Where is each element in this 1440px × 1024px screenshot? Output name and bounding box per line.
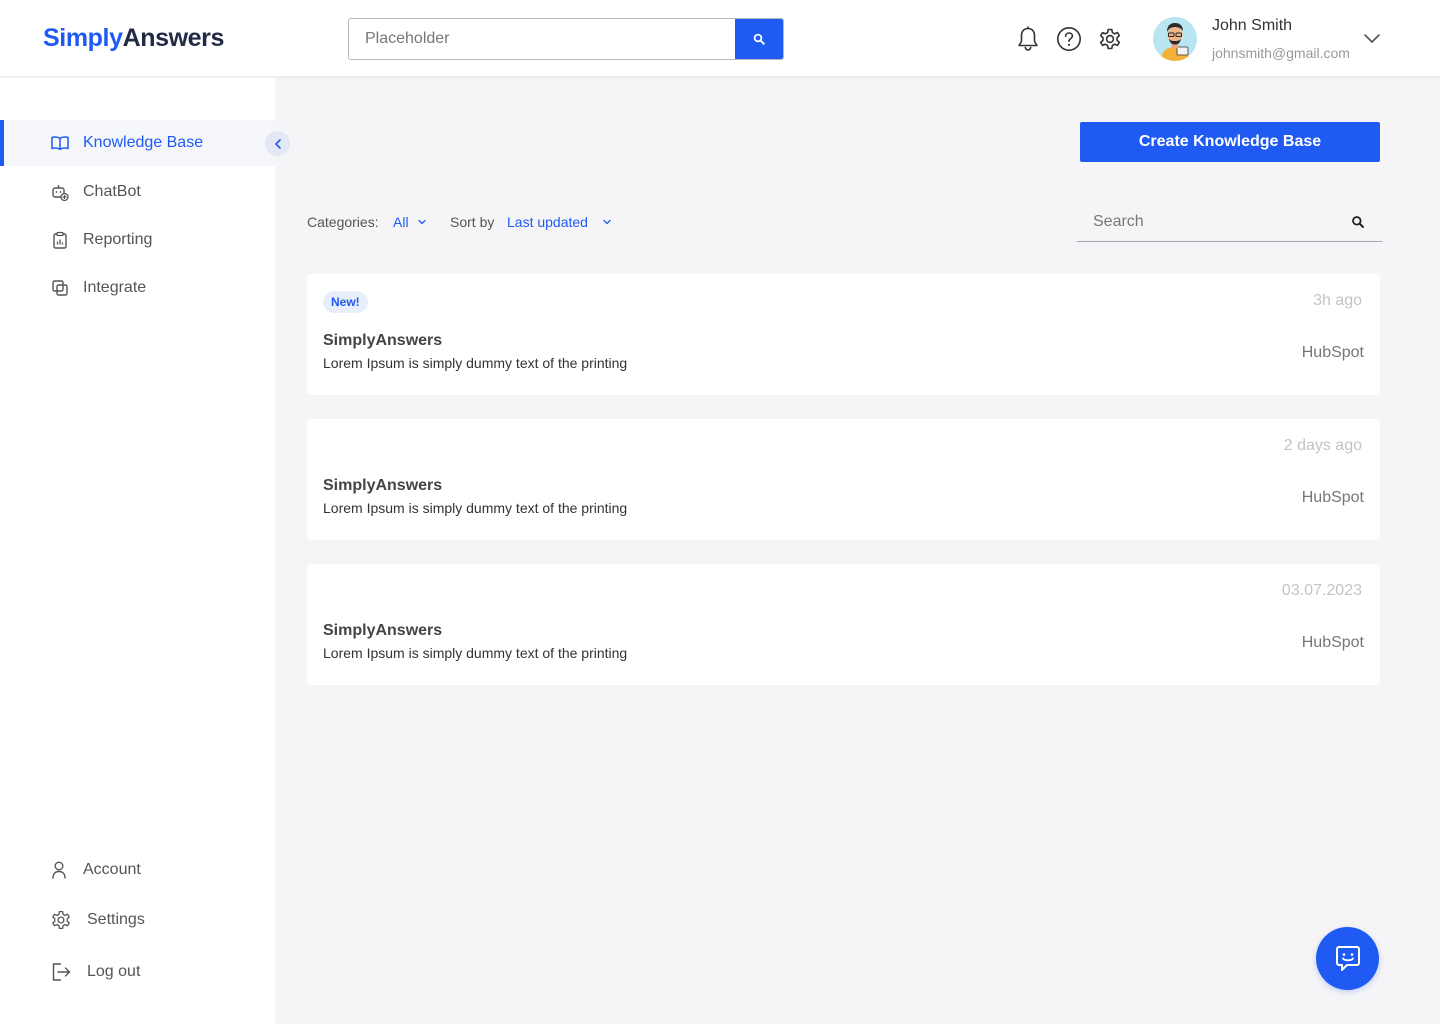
search-icon[interactable] [1351,215,1365,229]
card-timestamp: 03.07.2023 [1281,582,1362,599]
card-source: HubSpot [1301,634,1364,651]
chat-bubble-icon [1335,945,1360,971]
card-title: SimplyAnswers [323,622,443,639]
user-email: johnsmith@gmail.com [1212,45,1350,61]
knowledge-search-input[interactable] [1077,204,1342,240]
sidebar-item-logout[interactable]: Log out [0,952,275,992]
top-search-input[interactable] [349,19,736,59]
sidebar-item-label: Account [83,861,141,878]
user-icon [52,861,66,879]
sort-dropdown[interactable]: Last updated [507,214,588,230]
chevron-down-icon[interactable] [416,216,428,228]
knowledge-base-card[interactable]: 2 days ago SimplyAnswers Lorem Ipsum is … [307,419,1380,540]
user-name: John Smith [1212,17,1293,34]
top-header: SimplyAnswers Placeholder John Smith joh… [0,0,1440,77]
sidebar-item-reporting[interactable]: Reporting [0,217,275,263]
sidebar: Knowledge Base ChatBot Reporting Integra… [0,78,290,1024]
knowledge-base-card[interactable]: New! 3h ago SimplyAnswers Lorem Ipsum is… [307,274,1380,395]
avatar-illustration [1153,17,1197,61]
notifications-button[interactable] [1015,26,1041,52]
create-knowledge-base-button[interactable]: Create Knowledge Base [1080,122,1380,162]
card-source: HubSpot [1301,344,1364,361]
integrate-icon [52,280,68,296]
card-title: SimplyAnswers [323,477,443,494]
clipboard-chart-icon [53,231,67,249]
settings-button[interactable] [1097,26,1123,52]
gear-icon [52,910,70,930]
sort-label: Sort by [450,214,495,230]
card-title: SimplyAnswers [323,332,443,349]
sidebar-item-label: Integrate [83,279,147,296]
app-logo[interactable]: SimplyAnswers [43,24,224,53]
top-search-button[interactable] [735,19,783,59]
book-icon [51,136,69,151]
user-menu-toggle[interactable] [1362,28,1382,48]
chatbot-icon [52,185,69,202]
user-avatar[interactable] [1153,17,1197,61]
top-search-bar [348,18,784,60]
new-badge: New! [323,291,368,313]
help-icon [1057,27,1081,51]
card-source: HubSpot [1301,489,1364,506]
card-description: Lorem Ipsum is simply dummy text of the … [323,500,628,516]
sidebar-item-settings[interactable]: Settings [0,900,275,940]
chevron-left-icon [274,138,281,149]
sidebar-item-account[interactable]: Account [0,850,275,890]
card-description: Lorem Ipsum is simply dummy text of the … [323,645,628,661]
chat-support-button[interactable] [1316,927,1379,990]
sidebar-item-label: Reporting [83,231,153,248]
sidebar-item-chatbot[interactable]: ChatBot [0,169,275,215]
logout-icon [52,963,71,981]
logo-text-answers: Answers [122,24,225,52]
gear-icon [1099,28,1121,50]
knowledge-base-card[interactable]: 03.07.2023 SimplyAnswers Lorem Ipsum is … [307,564,1380,685]
search-icon [753,33,765,45]
categories-label: Categories: [307,214,379,230]
sidebar-item-label: Settings [87,911,145,928]
help-button[interactable] [1056,26,1082,52]
chevron-down-icon[interactable] [601,216,613,228]
sidebar-item-integrate[interactable]: Integrate [0,265,275,311]
bell-icon [1018,26,1038,51]
sidebar-item-label: Knowledge Base [83,134,204,151]
sidebar-item-label: ChatBot [83,183,141,200]
chevron-down-icon [1364,34,1380,43]
sidebar-item-knowledge-base[interactable]: Knowledge Base [0,120,275,166]
knowledge-search [1077,204,1382,242]
sidebar-item-label: Log out [87,963,141,980]
card-timestamp: 2 days ago [1283,437,1362,454]
card-timestamp: 3h ago [1313,292,1362,309]
card-description: Lorem Ipsum is simply dummy text of the … [323,355,628,371]
logo-text-simply: Simply [43,24,123,52]
sidebar-collapse-button[interactable] [265,131,290,156]
categories-dropdown[interactable]: All [393,214,409,230]
